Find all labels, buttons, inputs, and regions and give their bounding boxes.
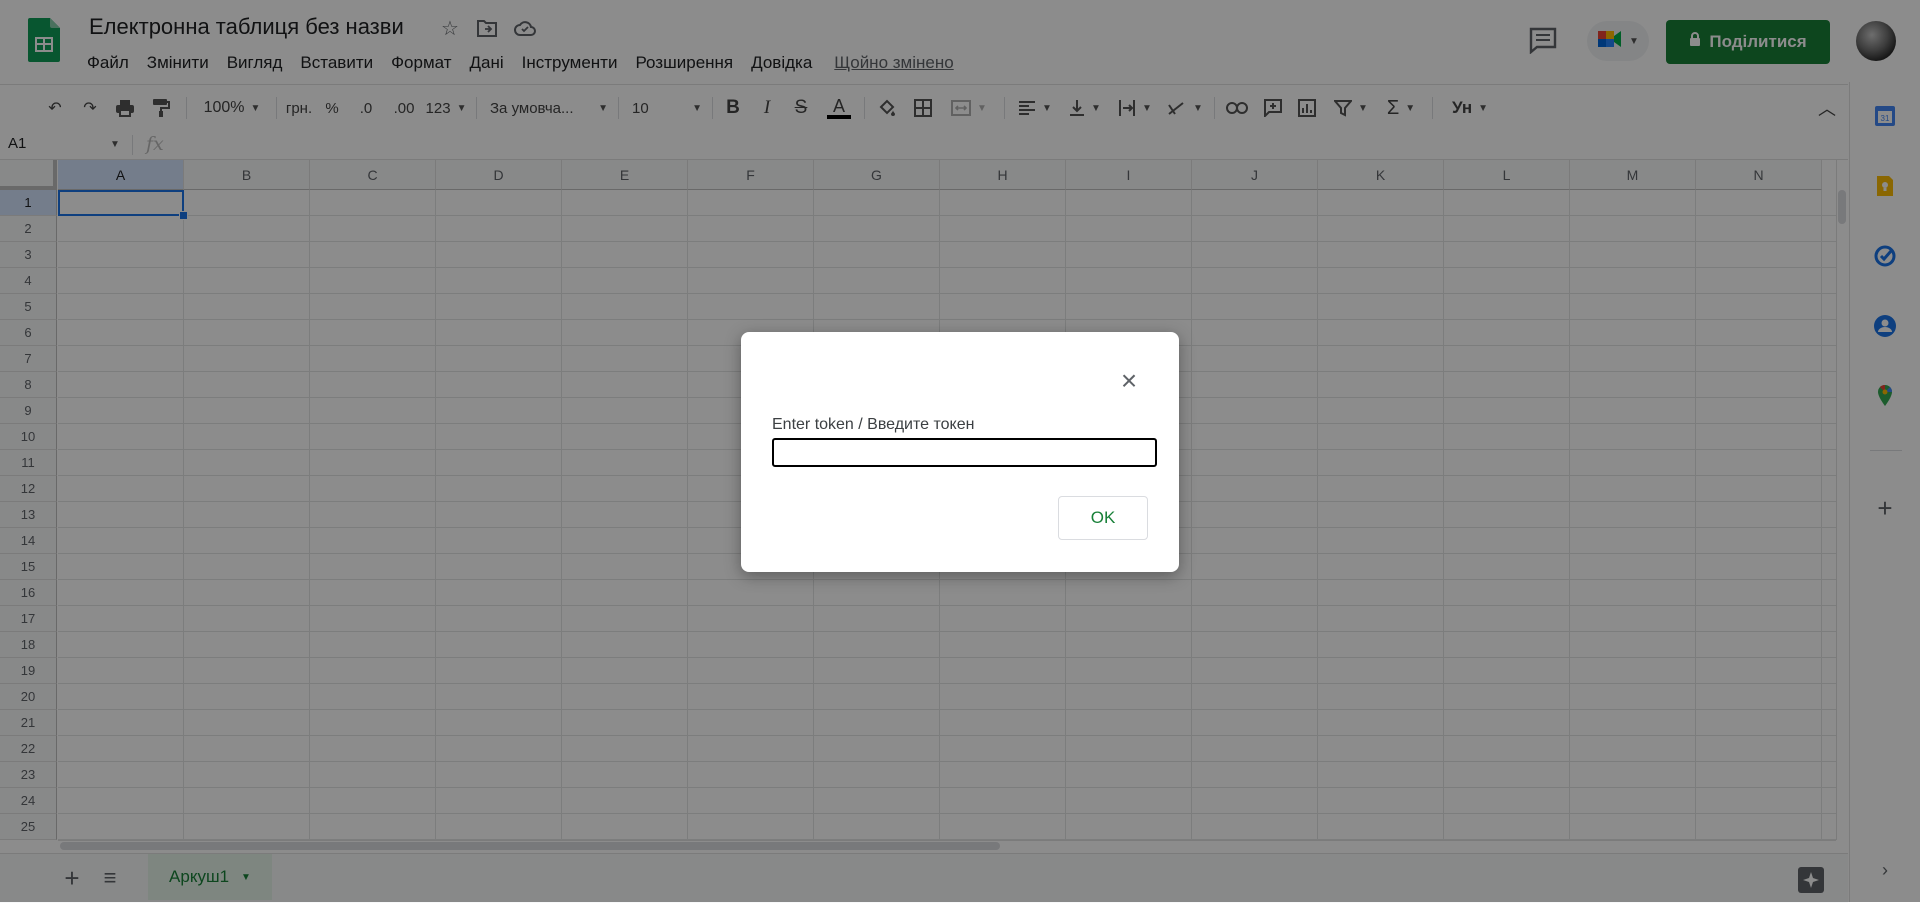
token-input[interactable] [772,438,1157,467]
token-label: Enter token / Введите токен [772,416,975,433]
token-dialog: × Enter token / Введите токен OK [741,332,1179,572]
close-icon[interactable]: × [1114,365,1144,396]
ok-button[interactable]: OK [1058,496,1148,540]
